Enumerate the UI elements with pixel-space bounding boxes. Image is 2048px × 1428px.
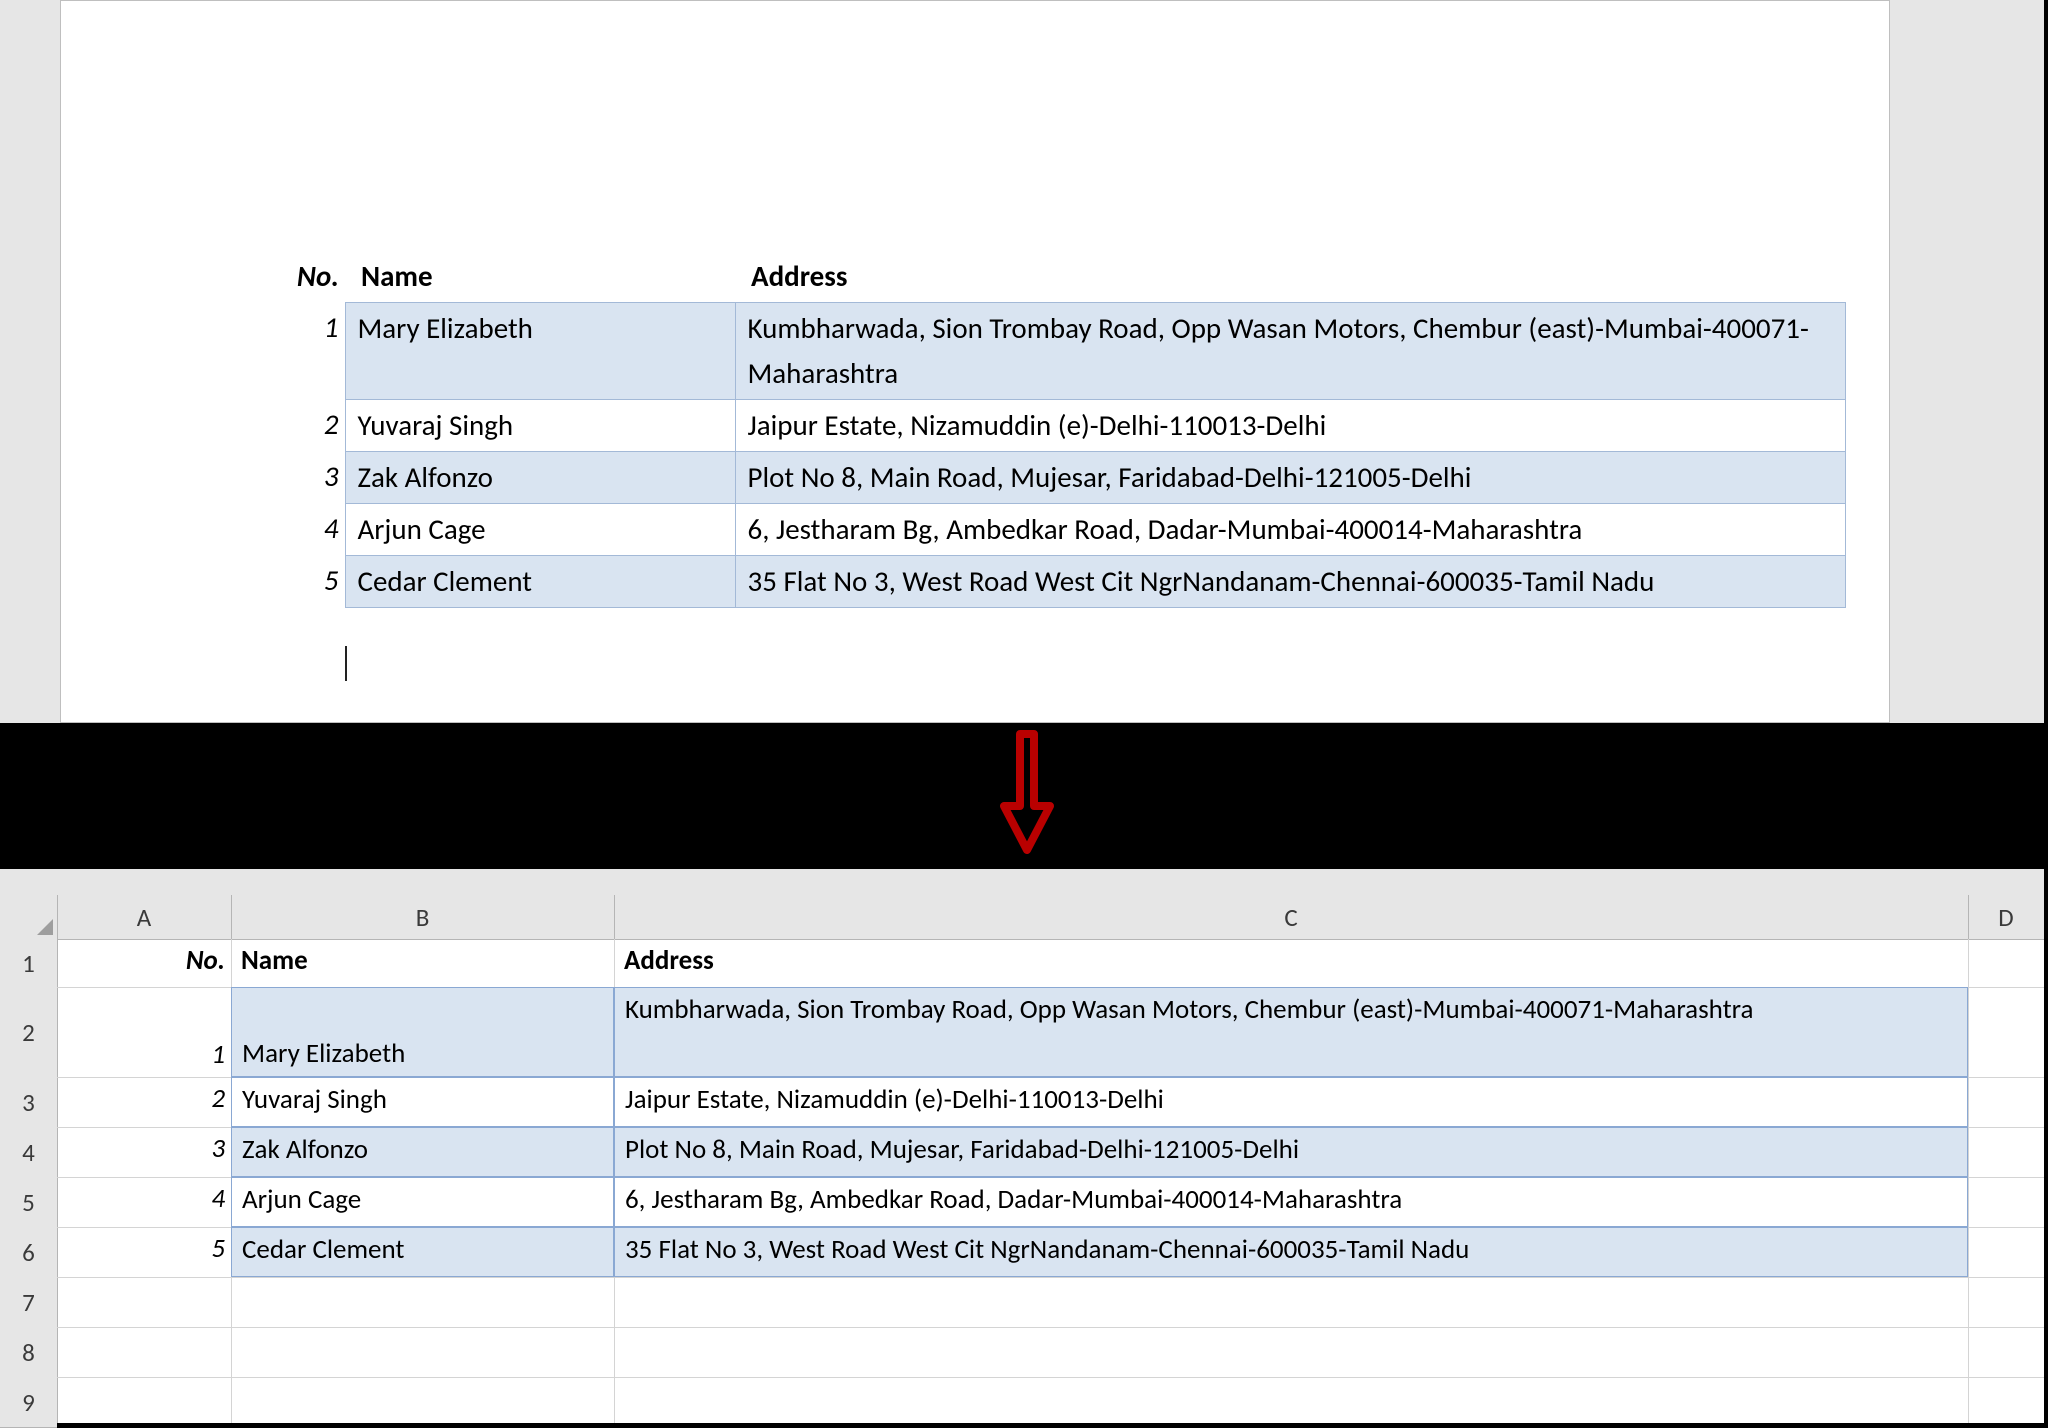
- excel-grid[interactable]: No. Name Address 1 Mary Elizabeth Kumbha…: [57, 939, 2044, 1423]
- excel-col-header[interactable]: A: [57, 895, 232, 939]
- excel-row-header[interactable]: 4: [0, 1127, 57, 1178]
- word-cell-name: Yuvaraj Singh: [345, 399, 735, 451]
- excel-cell-no[interactable]: 2: [57, 1077, 231, 1127]
- excel-row-header[interactable]: 8: [0, 1327, 57, 1378]
- excel-cell-no[interactable]: 4: [57, 1177, 231, 1227]
- image-root: No. Name Address 1 Mary Elizabeth Kumbha…: [0, 0, 2048, 1423]
- excel-cell-name[interactable]: Yuvaraj Singh: [231, 1077, 614, 1127]
- word-cell-no: 4: [271, 503, 345, 555]
- excel-cell-header-addr[interactable]: Address: [614, 939, 1968, 987]
- word-cell-name: Zak Alfonzo: [345, 451, 735, 503]
- word-header-no: No.: [271, 251, 345, 302]
- excel-cell-addr[interactable]: Jaipur Estate, Nizamuddin (e)-Delhi-1100…: [614, 1077, 1968, 1127]
- excel-cell-addr[interactable]: Plot No 8, Main Road, Mujesar, Faridabad…: [614, 1127, 1968, 1177]
- word-cell-addr: Plot No 8, Main Road, Mujesar, Faridabad…: [735, 451, 1845, 503]
- excel-column-header-row: A B C D: [0, 895, 2044, 940]
- excel-cell-name[interactable]: Mary Elizabeth: [231, 987, 614, 1077]
- excel-cell-header-no[interactable]: No.: [57, 939, 231, 987]
- excel-row-header[interactable]: 1: [0, 939, 57, 988]
- excel-row-header[interactable]: 9: [0, 1377, 57, 1428]
- excel-row-gutter: 1 2 3 4 5 6 7 8 9: [0, 939, 58, 1423]
- excel-header-stub: [0, 869, 2044, 896]
- excel-cell-addr[interactable]: 35 Flat No 3, West Road West Cit NgrNand…: [614, 1227, 1968, 1277]
- excel-col-header[interactable]: C: [614, 895, 1969, 939]
- excel-cell-no[interactable]: 5: [57, 1227, 231, 1277]
- word-cell-addr: 6, Jestharam Bg, Ambedkar Road, Dadar-Mu…: [735, 503, 1845, 555]
- word-preview-pane: No. Name Address 1 Mary Elizabeth Kumbha…: [0, 0, 2048, 723]
- excel-cell-addr[interactable]: Kumbharwada, Sion Trombay Road, Opp Wasa…: [614, 987, 1968, 1077]
- word-cell-no: 5: [271, 555, 345, 607]
- word-cell-name: Mary Elizabeth: [345, 302, 735, 399]
- excel-row-header[interactable]: 7: [0, 1277, 57, 1328]
- excel-cell-addr[interactable]: 6, Jestharam Bg, Ambedkar Road, Dadar-Mu…: [614, 1177, 1968, 1227]
- excel-cell-no[interactable]: 1: [57, 987, 231, 1077]
- excel-cell-name[interactable]: Cedar Clement: [231, 1227, 614, 1277]
- word-cell-no: 1: [271, 302, 345, 399]
- word-cell-no: 3: [271, 451, 345, 503]
- word-cell-name: Arjun Cage: [345, 503, 735, 555]
- excel-row-header[interactable]: 6: [0, 1227, 57, 1278]
- down-arrow-icon: [998, 728, 1056, 858]
- excel-cell-name[interactable]: Zak Alfonzo: [231, 1127, 614, 1177]
- word-cell-name: Cedar Clement: [345, 555, 735, 607]
- excel-row-header[interactable]: 3: [0, 1077, 57, 1128]
- text-cursor-icon: [345, 646, 348, 681]
- excel-row-header[interactable]: 5: [0, 1177, 57, 1228]
- excel-cell-name[interactable]: Arjun Cage: [231, 1177, 614, 1227]
- excel-cell-no[interactable]: 3: [57, 1127, 231, 1177]
- excel-cell-header-name[interactable]: Name: [231, 939, 614, 987]
- word-cell-no: 2: [271, 399, 345, 451]
- word-header-name: Name: [345, 251, 735, 302]
- word-cell-addr: 35 Flat No 3, West Road West Cit NgrNand…: [735, 555, 1845, 607]
- word-table: No. Name Address 1 Mary Elizabeth Kumbha…: [271, 251, 1846, 608]
- word-header-addr: Address: [735, 251, 1845, 302]
- excel-col-header[interactable]: B: [231, 895, 615, 939]
- word-cell-addr: Jaipur Estate, Nizamuddin (e)-Delhi-1100…: [735, 399, 1845, 451]
- word-page: No. Name Address 1 Mary Elizabeth Kumbha…: [60, 0, 1890, 723]
- excel-pane: A B C D 1 2 3 4 5 6 7 8 9: [0, 869, 2048, 1423]
- excel-row-header[interactable]: 2: [0, 987, 57, 1078]
- excel-col-header[interactable]: D: [1968, 895, 2044, 939]
- word-cell-addr: Kumbharwada, Sion Trombay Road, Opp Wasa…: [735, 302, 1845, 399]
- excel-select-all-triangle[interactable]: [0, 895, 58, 939]
- arrow-strip: [0, 723, 2048, 869]
